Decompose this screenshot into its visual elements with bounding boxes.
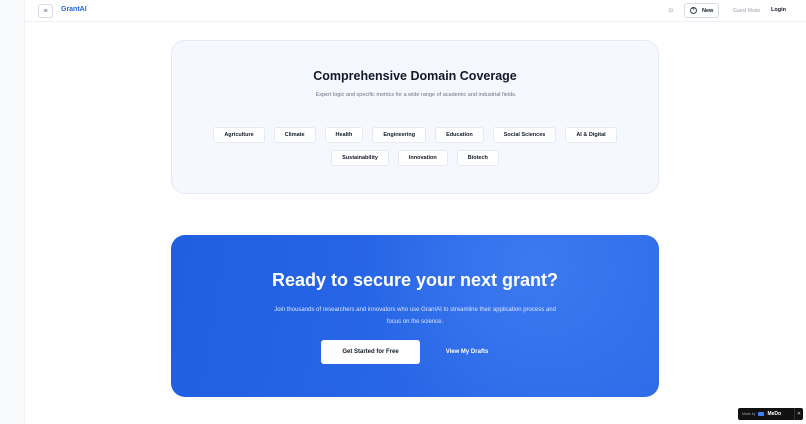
new-button[interactable]: + New [684, 3, 719, 18]
domain-chip[interactable]: Biotech [456, 150, 499, 166]
domain-title: Comprehensive Domain Coverage [313, 69, 517, 83]
cta-subtitle: Join thousands of researchers and innova… [274, 307, 556, 325]
domain-chip[interactable]: Innovation [397, 150, 448, 166]
cta-title: Ready to secure your next grant? [271, 270, 559, 290]
view-drafts-button[interactable]: View My Drafts [431, 340, 503, 364]
left-rail [0, 0, 25, 424]
plus-circle-icon: + [690, 7, 697, 14]
login-button[interactable]: Login [771, 7, 786, 13]
domain-chip[interactable]: Education [435, 127, 484, 143]
domain-chips-row-1: Agriculture Climate Health Engineering E… [172, 127, 658, 143]
menu-icon: ≡ [43, 7, 48, 15]
cta-card: Ready to secure your next grant? Join th… [171, 235, 659, 397]
made-by-name: MeDo [767, 411, 782, 417]
close-icon[interactable]: ✕ [794, 408, 803, 420]
made-by-prefix: Made by [742, 412, 756, 416]
domain-chip[interactable]: Engineering [372, 127, 427, 143]
domain-coverage-card: Comprehensive Domain Coverage Expert log… [171, 40, 659, 194]
guest-mode-label: Guest Mode [733, 8, 761, 14]
domain-chip[interactable]: Social Sciences [492, 127, 557, 143]
domain-chip[interactable]: Climate [273, 127, 316, 143]
domain-chip[interactable]: AI & Digital [565, 127, 617, 143]
get-started-button[interactable]: Get Started for Free [321, 340, 420, 364]
new-button-label: New [702, 7, 714, 14]
domain-chip[interactable]: Sustainability [331, 150, 389, 166]
menu-button[interactable]: ≡ [38, 4, 53, 18]
brand-name[interactable]: GrantAI [61, 6, 87, 13]
medo-logo-icon [758, 412, 765, 416]
top-bar: ≡ GrantAI ☼ + New Guest Mode Login [25, 0, 806, 22]
sun-icon[interactable]: ☼ [667, 6, 674, 14]
domain-chip[interactable]: Agriculture [213, 127, 265, 143]
domain-chips-row-2: Sustainability Innovation Biotech [172, 150, 658, 166]
domain-chip[interactable]: Health [324, 127, 364, 143]
made-by-badge[interactable]: Made by MeDo ✕ [738, 408, 803, 420]
domain-subtitle: Expert logic and specific metrics for a … [315, 92, 517, 98]
